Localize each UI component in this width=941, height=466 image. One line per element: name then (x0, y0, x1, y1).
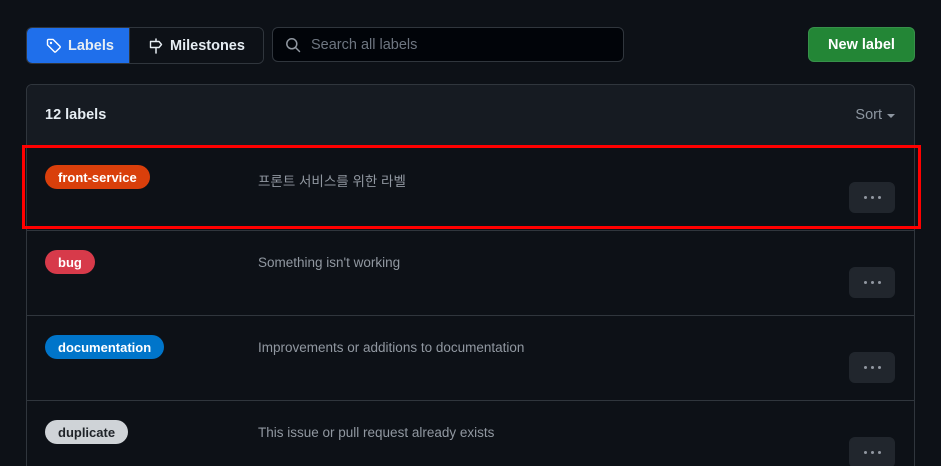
tag-icon (46, 38, 61, 53)
kebab-horizontal-icon (863, 196, 867, 199)
search-input[interactable] (309, 27, 623, 62)
labels-tab-label: Labels (68, 37, 114, 54)
label-row: duplicate This issue or pull request alr… (27, 401, 914, 466)
label-row: bug Something isn't working (27, 231, 914, 316)
row-menu-button[interactable] (849, 267, 895, 298)
kebab-horizontal-icon (863, 366, 867, 369)
sort-label: Sort (855, 107, 882, 123)
row-menu-button[interactable] (849, 182, 895, 213)
labels-count: 12 labels (45, 107, 107, 123)
milestone-icon (149, 37, 163, 54)
label-description: 프론트 서비스를 위한 라벨 (258, 174, 406, 189)
labels-list-box: 12 labels Sort front-service 프론트 서비스를 위한… (26, 84, 915, 466)
label-description: Improvements or additions to documentati… (258, 340, 525, 355)
label-pill[interactable]: documentation (45, 335, 165, 359)
new-label-button[interactable]: New label (808, 27, 915, 62)
label-description: This issue or pull request already exist… (258, 425, 495, 440)
sort-button[interactable]: Sort (855, 107, 895, 123)
label-pill[interactable]: bug (45, 250, 95, 274)
milestones-tab-label: Milestones (170, 37, 245, 54)
chevron-down-icon (887, 114, 895, 118)
labels-list-header: 12 labels Sort (27, 85, 914, 146)
search-icon (286, 37, 301, 52)
milestones-tab[interactable]: Milestones (129, 28, 263, 63)
labels-milestones-toggle: Labels Milestones (26, 27, 264, 64)
kebab-horizontal-icon (863, 281, 867, 284)
row-menu-button[interactable] (849, 437, 895, 466)
label-pill[interactable]: duplicate (45, 420, 129, 444)
search-box (272, 27, 624, 62)
kebab-horizontal-icon (863, 451, 867, 454)
labels-page: Labels Milestones New label 12 labels So… (0, 0, 941, 466)
label-pill[interactable]: front-service (45, 165, 150, 189)
row-menu-button[interactable] (849, 352, 895, 383)
label-row: front-service 프론트 서비스를 위한 라벨 (27, 146, 914, 231)
label-row: documentation Improvements or additions … (27, 316, 914, 401)
labels-tab[interactable]: Labels (27, 28, 129, 63)
label-description: Something isn't working (258, 255, 401, 270)
